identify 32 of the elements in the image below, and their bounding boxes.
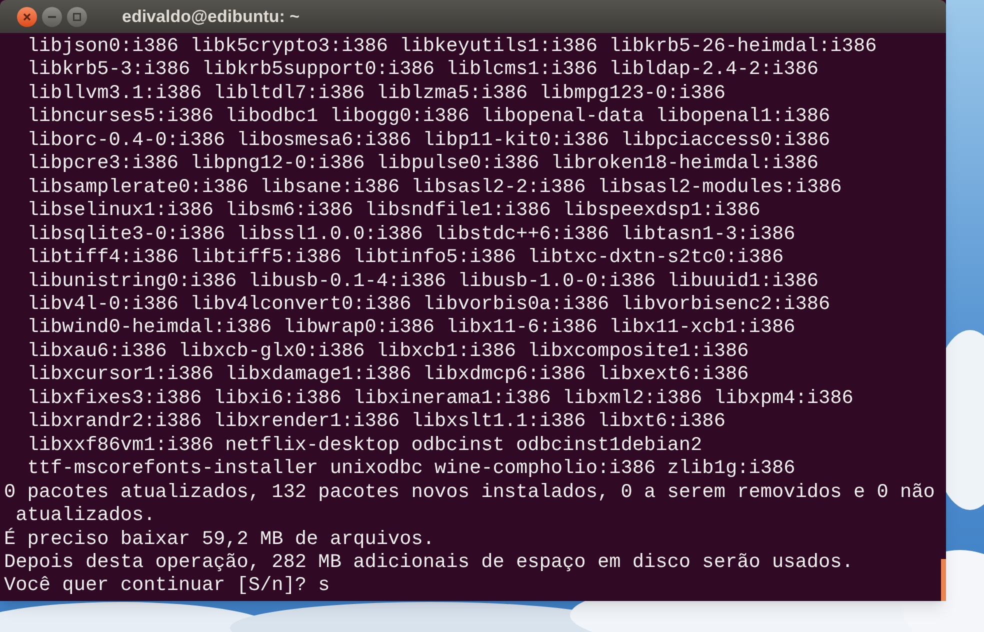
terminal-line: libjson0:i386 libk5crypto3:i386 libkeyutils1:i386 libkrb5-26-heimdal:i386 xyxy=(26,35,877,58)
terminal-line: libllvm3.1:i386 libltdl7:i386 liblzma5:i386 libmpg123-0:i386 xyxy=(26,82,726,106)
terminal-line: libv4l-0:i386 libv4lconvert0:i386 libvorbis0a:i386 libvorbisenc2:i386 xyxy=(26,292,830,316)
minimize-icon xyxy=(48,16,56,18)
close-button[interactable] xyxy=(17,6,37,26)
terminal-line: libxfixes3:i386 libxi6:i386 libxinerama1:i386 libxml2:i386 libxpm4:i386 xyxy=(26,386,854,410)
close-icon xyxy=(23,12,31,20)
terminal-line: libsqlite3-0:i386 libssl1.0.0:i386 libstdc++6:i386 libtasn1-3:i386 xyxy=(26,222,796,246)
terminal-line: libkrb5-3:i386 libkrb5support0:i386 liblcms1:i386 libldap-2.4-2:i386 xyxy=(26,58,819,82)
terminal-line: libselinux1:i386 libsm6:i386 libsndfile1:i386 libspeexdsp1:i386 xyxy=(26,199,760,223)
terminal-line: libxrandr2:i386 libxrender1:i386 libxslt1.1:i386 libxt6:i386 xyxy=(26,410,726,434)
terminal-line: ttf-mscorefonts-installer unixodbc wine-compholio:i386 zlib1g:i386 xyxy=(26,457,796,481)
terminal-line: libunistring0:i386 libusb-0.1-4:i386 libusb-1.0-0:i386 libuuid1:i386 xyxy=(26,270,819,293)
minimize-button[interactable] xyxy=(42,6,62,26)
terminal-line: libxau6:i386 libxcb-glx0:i386 libxcb1:i386 libxcomposite1:i386 xyxy=(26,340,749,364)
terminal-line: É preciso baixar 59,2 MB de arquivos. xyxy=(4,528,435,551)
terminal-line: Você quer continuar [S/n]? s xyxy=(4,574,330,598)
maximize-icon xyxy=(73,12,81,20)
terminal-line: libpcre3:i386 libpng12-0:i386 libpulse0:i386 libroken18-heimdal:i386 xyxy=(26,152,819,176)
terminal-line: atualizados. xyxy=(15,504,156,528)
terminal-line: libwind0-heimdal:i386 libwrap0:i386 libx11-6:i386 libx11-xcb1:i386 xyxy=(26,316,796,340)
window-title: edivaldo@edibuntu: ~ xyxy=(122,6,300,28)
terminal-line: libncurses5:i386 libodbc1 libogg0:i386 libopenal-data libopenal1:i386 xyxy=(26,105,830,129)
terminal-line: libsamplerate0:i386 libsane:i386 libsasl2-2:i386 libsasl2-modules:i386 xyxy=(26,176,842,200)
terminal-line: libxcursor1:i386 libxdamage1:i386 libxdmcp6:i386 libxext6:i386 xyxy=(26,363,749,387)
terminal-line: libtiff4:i386 libtiff5:i386 libtinfo5:i386 libtxc-dxtn-s2tc0:i386 xyxy=(26,246,784,270)
scrollbar-thumb[interactable] xyxy=(941,559,946,601)
terminal-line: Depois desta operação, 282 MB adicionais de espaço em disco serão usados. xyxy=(4,550,854,574)
terminal-line: libxxf86vm1:i386 netflix-desktop odbcinst odbcinst1debian2 xyxy=(26,434,702,458)
terminal-line: 0 pacotes atualizados, 132 pacotes novos instalados, 0 a serem removidos e 0 não xyxy=(4,480,935,504)
terminal-line: liborc-0.4-0:i386 libosmesa6:i386 libp11-kit0:i386 libpciaccess0:i386 xyxy=(26,128,830,152)
maximize-button[interactable] xyxy=(67,6,87,26)
